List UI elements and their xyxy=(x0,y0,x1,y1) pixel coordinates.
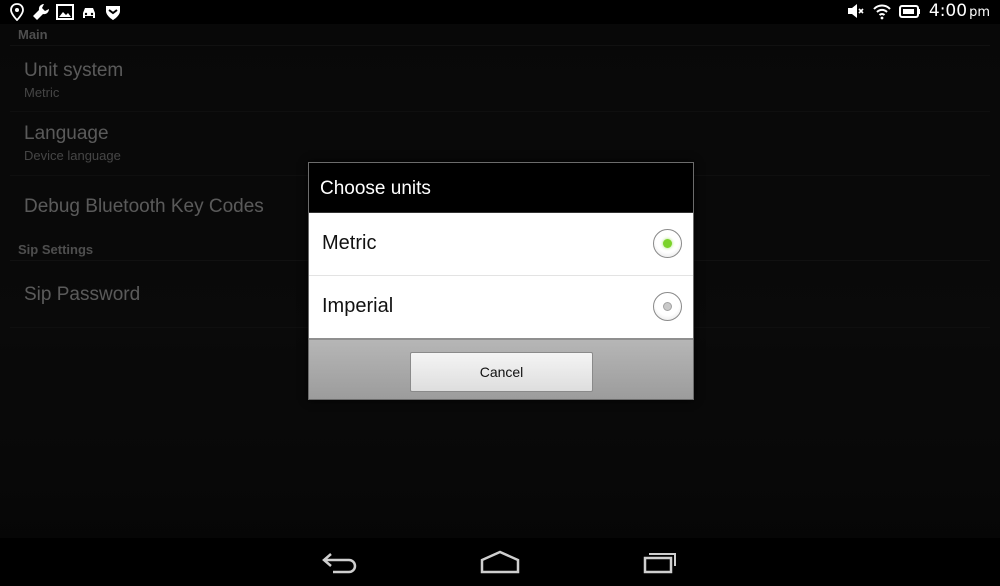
cancel-button[interactable]: Cancel xyxy=(410,352,593,392)
dialog-title: Choose units xyxy=(309,163,693,213)
status-bar: 4:00 pm xyxy=(0,0,1000,24)
option-imperial[interactable]: Imperial xyxy=(309,276,693,339)
radio-dot xyxy=(663,302,672,311)
back-icon[interactable] xyxy=(319,548,363,576)
battery-icon xyxy=(898,5,920,18)
recent-apps-icon[interactable] xyxy=(637,548,681,576)
notification-icons xyxy=(8,3,122,21)
location-icon xyxy=(10,3,24,21)
system-indicators: 4:00 pm xyxy=(847,1,990,21)
choose-units-dialog: Choose units Metric Imperial Cancel xyxy=(308,162,694,400)
home-icon[interactable] xyxy=(478,548,522,576)
radio-dot xyxy=(663,239,672,248)
option-label: Metric xyxy=(322,232,377,254)
mute-icon xyxy=(847,4,864,18)
image-icon xyxy=(56,4,74,20)
radio-metric[interactable] xyxy=(653,229,682,258)
navigation-bar xyxy=(0,538,1000,586)
status-clock: 4:00 pm xyxy=(929,1,990,21)
wrench-icon xyxy=(33,3,50,20)
option-metric[interactable]: Metric xyxy=(309,213,693,276)
clock-ampm: pm xyxy=(969,5,990,20)
option-label: Imperial xyxy=(322,295,394,317)
shield-icon xyxy=(106,6,120,20)
clock-time: 4:00 xyxy=(928,1,968,21)
wifi-icon xyxy=(873,4,891,20)
radio-imperial[interactable] xyxy=(653,292,682,321)
car-icon xyxy=(83,8,95,18)
dialog-button-bar: Cancel xyxy=(309,338,693,399)
